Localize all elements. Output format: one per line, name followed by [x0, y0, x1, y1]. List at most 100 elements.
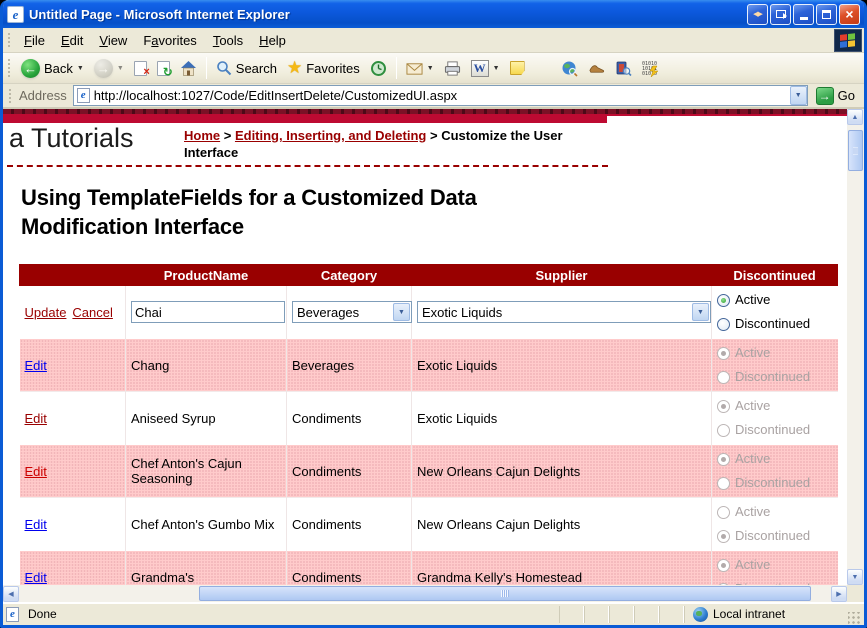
product-name-input[interactable]: [131, 301, 285, 323]
print-button[interactable]: [439, 58, 466, 79]
toolbar-grip[interactable]: [7, 32, 12, 49]
page-title: Using TemplateFields for a Customized Da…: [21, 183, 601, 241]
history-button[interactable]: [365, 58, 392, 79]
breadcrumb-section-link[interactable]: Editing, Inserting, and Deleting: [235, 128, 426, 143]
search-button[interactable]: Search: [211, 58, 282, 78]
address-field[interactable]: e ▼: [73, 85, 808, 106]
menu-view[interactable]: View: [91, 30, 135, 51]
back-label: Back: [44, 61, 73, 76]
edit-link[interactable]: Edit: [25, 464, 47, 479]
status-page-icon: e: [6, 607, 19, 622]
stop-icon: ×: [134, 61, 147, 76]
product-cell: Grandma's: [126, 551, 287, 586]
col-supplier: Supplier: [412, 265, 712, 286]
home-icon: [180, 60, 197, 77]
maximize-button[interactable]: [816, 4, 837, 25]
browser-viewport: a Tutorials Home > Editing, Inserting, a…: [3, 109, 864, 602]
discontinued-radio[interactable]: [717, 318, 730, 331]
window-title: Untitled Page - Microsoft Internet Explo…: [29, 7, 747, 22]
supplier-dropdown[interactable]: Exotic Liquids ▼: [417, 301, 711, 323]
products-grid: ProductName Category Supplier Discontinu…: [19, 264, 838, 585]
menu-help[interactable]: Help: [251, 30, 294, 51]
category-dropdown[interactable]: Beverages ▼: [292, 301, 412, 323]
status-bar: e Done Local intranet: [3, 602, 864, 625]
edit-with-word-button[interactable]: W ▼: [466, 58, 505, 79]
toolbar-grip[interactable]: [8, 88, 13, 103]
go-arrow-icon: →: [816, 87, 834, 105]
smart-tag-button[interactable]: [583, 58, 610, 79]
active-radio[interactable]: [717, 294, 730, 307]
update-link[interactable]: Update: [25, 305, 67, 320]
book-research-icon: [615, 60, 632, 77]
browser-window: e Untitled Page - Microsoft Internet Exp…: [0, 0, 867, 628]
history-icon: [370, 60, 387, 77]
product-cell: Aniseed Syrup: [126, 392, 287, 445]
print-icon: [444, 60, 461, 77]
messenger-button[interactable]: [505, 59, 530, 77]
stop-button[interactable]: ×: [129, 59, 152, 78]
back-button[interactable]: ← Back ▼: [16, 57, 89, 80]
cancel-link[interactable]: Cancel: [72, 305, 112, 320]
radio-discontinued-label: Discontinued: [735, 365, 810, 389]
forward-button[interactable]: → ▼: [89, 57, 129, 80]
scroll-up-icon[interactable]: ▲: [847, 109, 863, 125]
shoe-icon: [588, 60, 605, 77]
address-dropdown-button[interactable]: ▼: [790, 86, 807, 105]
minimize-button[interactable]: [793, 4, 814, 25]
status-text: Done: [28, 607, 57, 621]
menu-tools[interactable]: Tools: [205, 30, 251, 51]
edit-link[interactable]: Edit: [25, 358, 47, 373]
close-button[interactable]: ×: [839, 4, 860, 25]
edit-link[interactable]: Edit: [25, 570, 47, 585]
menu-file[interactable]: File: [16, 30, 53, 51]
header-stripe-bar: [3, 114, 607, 123]
web-page: a Tutorials Home > Editing, Inserting, a…: [3, 109, 847, 585]
menu-favorites[interactable]: Favorites: [135, 30, 204, 51]
intranet-globe-icon: [693, 607, 708, 622]
research-globe-button[interactable]: [556, 58, 583, 79]
refresh-icon: ↻: [157, 61, 170, 76]
toolbar-grip[interactable]: [7, 58, 12, 79]
vertical-scroll-thumb[interactable]: [848, 130, 863, 171]
table-row: Edit Aniseed Syrup Condiments Exotic Liq…: [20, 392, 838, 445]
resize-grip[interactable]: [848, 612, 861, 625]
discontinued-radio-label: Discontinued: [735, 312, 810, 336]
menu-edit[interactable]: Edit: [53, 30, 91, 51]
product-cell: Chang: [126, 339, 287, 392]
address-input[interactable]: [94, 88, 790, 103]
horizontal-scrollbar[interactable]: ◀ ▶: [3, 585, 847, 602]
go-button[interactable]: → Go: [814, 86, 861, 106]
scroll-left-icon[interactable]: ◀: [3, 586, 19, 602]
word-edit-icon: W: [471, 60, 489, 77]
favorites-button[interactable]: ★ Favorites: [282, 56, 365, 80]
breadcrumb-home-link[interactable]: Home: [184, 128, 220, 143]
radio-discontinued: [717, 477, 730, 490]
mail-button[interactable]: ▼: [401, 58, 439, 79]
research-book-button[interactable]: [610, 58, 637, 79]
pop-out-button[interactable]: [770, 4, 791, 25]
refresh-button[interactable]: ↻: [152, 59, 175, 78]
back-icon: ←: [21, 59, 40, 78]
mail-dropdown-icon[interactable]: ▼: [427, 65, 434, 72]
ie-app-icon: e: [7, 6, 24, 23]
supplier-cell: New Orleans Cajun Delights: [412, 445, 712, 498]
resize-panes-button[interactable]: ◀▶: [747, 4, 768, 25]
scroll-right-icon[interactable]: ▶: [831, 586, 847, 602]
validator-button[interactable]: 01010 10101 01010: [637, 58, 664, 79]
word-dropdown-icon[interactable]: ▼: [493, 65, 500, 72]
back-dropdown-icon[interactable]: ▼: [77, 65, 84, 72]
home-button[interactable]: [175, 58, 202, 79]
radio-active: [717, 347, 730, 360]
toolbar-separator: [396, 57, 397, 79]
favorites-star-icon: ★: [287, 58, 302, 78]
edit-link[interactable]: Edit: [25, 411, 47, 426]
vertical-scrollbar[interactable]: ▲ ▼: [847, 109, 864, 585]
scroll-down-icon[interactable]: ▼: [847, 569, 863, 585]
radio-discontinued-label: Discontinued: [735, 577, 810, 585]
category-cell: Condiments: [287, 498, 412, 551]
toolbar-separator: [206, 57, 207, 79]
edit-link[interactable]: Edit: [25, 517, 47, 532]
favorites-label: Favorites: [306, 61, 359, 76]
horizontal-scroll-thumb[interactable]: [199, 586, 811, 601]
binary-grid-icon: 01010 10101 01010: [642, 60, 659, 77]
